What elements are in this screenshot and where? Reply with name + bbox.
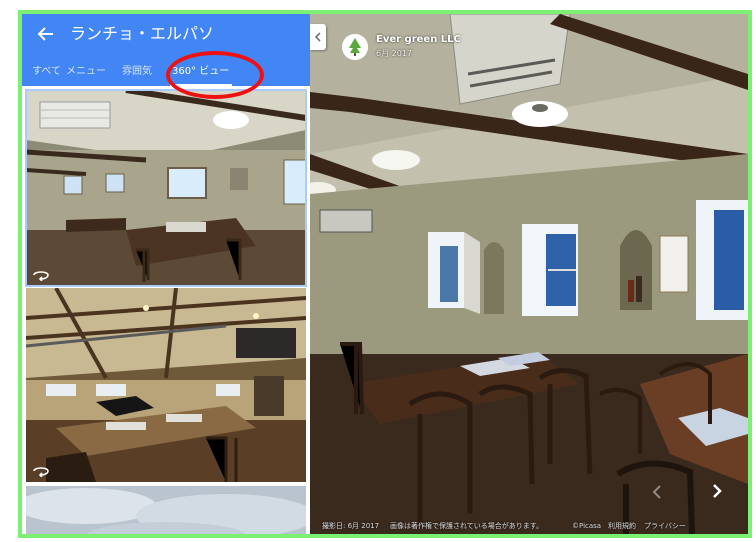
tree-logo-icon[interactable] xyxy=(342,34,368,60)
tab-360-view[interactable]: 360° ビュー xyxy=(172,65,229,79)
photo-panel: ランチョ・エルパソ すべて メニュー 雰囲気 360° ビュー xyxy=(22,14,310,534)
thumbnail-hall-with-piano[interactable] xyxy=(26,288,306,482)
tab-menu[interactable]: メニュー xyxy=(66,65,106,79)
privacy-link[interactable]: プライバシー xyxy=(644,518,686,534)
chevron-right-icon[interactable] xyxy=(708,482,726,500)
contributor-name[interactable]: Ever green LLC xyxy=(376,34,461,45)
terms-link[interactable]: 利用規約 xyxy=(608,518,636,534)
panorama-image xyxy=(310,14,748,534)
tab-all[interactable]: すべて xyxy=(32,65,61,79)
chevron-left-icon[interactable] xyxy=(650,484,664,500)
contributor-date: 6月 2017 xyxy=(376,49,412,58)
panorama-viewer[interactable]: Ever green LLC 6月 2017 撮影日: 6月 2017 画像は著… xyxy=(310,14,748,534)
thumbnail-dining-room[interactable] xyxy=(25,89,307,287)
tab-atmosphere[interactable]: 雰囲気 xyxy=(122,65,152,79)
capture-date: 撮影日: 6月 2017 xyxy=(322,522,380,530)
copyright-notice: 画像は著作権で保護されている場合があります。 xyxy=(390,522,544,530)
photo-list[interactable] xyxy=(22,88,310,534)
chevron-left-icon xyxy=(314,32,321,42)
viewer-footer: 撮影日: 6月 2017 画像は著作権で保護されている場合があります。 ©Pic… xyxy=(310,518,748,534)
collapse-panel-button[interactable] xyxy=(310,24,326,50)
annotation-frame: ランチョ・エルパソ すべて メニュー 雰囲気 360° ビュー Ever gre… xyxy=(18,10,752,538)
panel-header: ランチョ・エルパソ すべて メニュー 雰囲気 360° ビュー xyxy=(22,14,310,86)
active-tab-indicator xyxy=(170,84,232,86)
panorama-360-icon xyxy=(33,271,49,281)
arrow-left-icon[interactable] xyxy=(36,24,56,44)
provider-label: ©Picasa xyxy=(572,522,602,530)
panorama-360-icon xyxy=(33,467,49,477)
photo-category-tabs: すべて メニュー 雰囲気 360° ビュー xyxy=(22,60,310,86)
thumbnail-sky[interactable] xyxy=(26,486,306,534)
place-title: ランチョ・エルパソ xyxy=(70,24,215,43)
